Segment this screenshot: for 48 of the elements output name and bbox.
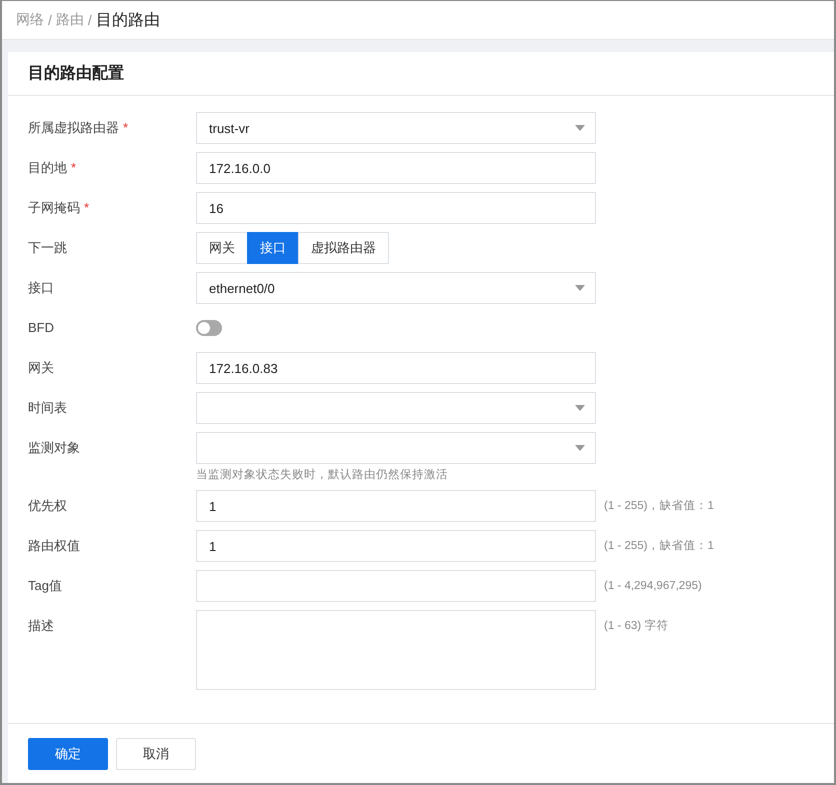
field-label: 下一跳 — [28, 239, 68, 257]
field-label: 描述 — [28, 617, 55, 635]
range-hint: (1 - 4,294,967,295) — [604, 579, 703, 594]
field-label: 优先权 — [28, 497, 68, 515]
text-area[interactable] — [196, 610, 596, 690]
segment-tab[interactable]: 网关 — [196, 232, 248, 264]
caret-icon — [575, 285, 585, 291]
required-mark: * — [123, 120, 128, 135]
input-field[interactable]: 16 — [196, 192, 596, 224]
caret-icon — [575, 405, 585, 411]
field-label: 所属虚拟路由器 * — [28, 119, 130, 137]
segment-tab[interactable]: 虚拟路由器 — [298, 232, 389, 264]
select-value: trust-vr — [209, 120, 250, 136]
required-mark: * — [84, 200, 90, 215]
select-value: ethernet0/0 — [209, 280, 275, 296]
select-field[interactable] — [196, 432, 596, 464]
toggle-switch[interactable] — [196, 320, 222, 336]
confirm-button[interactable]: 确定 — [28, 738, 108, 770]
field-label: Tag值 — [28, 577, 63, 595]
range-hint: (1 - 63) 字符 — [604, 618, 670, 634]
caret-icon — [575, 125, 585, 131]
field-label: 时间表 — [28, 399, 68, 417]
cancel-button[interactable]: 取消 — [116, 738, 196, 770]
input-field[interactable]: 1 — [196, 530, 596, 562]
field-label: 目的地 * — [28, 159, 78, 177]
range-hint: (1 - 255)，缺省值：1 — [604, 538, 715, 554]
field-label: 接口 — [28, 279, 55, 297]
breadcrumb-separator: / — [48, 12, 52, 28]
required-mark: * — [71, 160, 76, 175]
segment-tab[interactable]: 接口 — [247, 232, 299, 264]
breadcrumb-separator: / — [88, 12, 92, 28]
input-field[interactable]: 172.16.0.0 — [196, 152, 596, 184]
range-hint: (1 - 255)，缺省值：1 — [604, 498, 715, 514]
input-field[interactable]: 1 — [196, 490, 596, 522]
field-label: 网关 — [28, 359, 55, 377]
field-label: BFD — [28, 319, 55, 337]
input-field[interactable] — [196, 570, 596, 602]
select-field[interactable]: ethernet0/0 — [196, 272, 596, 304]
select-field[interactable] — [196, 392, 596, 424]
help-text: 当监测对象状态失败时，默认路由仍然保持激活 — [196, 468, 449, 482]
card-title: 目的路由配置 — [28, 64, 124, 84]
field-label: 监测对象 — [28, 439, 81, 457]
caret-icon — [575, 445, 585, 451]
field-label: 子网掩码 * — [28, 199, 90, 217]
breadcrumb-item: 目的路由 — [96, 10, 160, 30]
input-field[interactable]: 172.16.0.83 — [196, 352, 596, 384]
select-field[interactable]: trust-vr — [196, 112, 596, 144]
field-label: 路由权值 — [28, 537, 81, 555]
